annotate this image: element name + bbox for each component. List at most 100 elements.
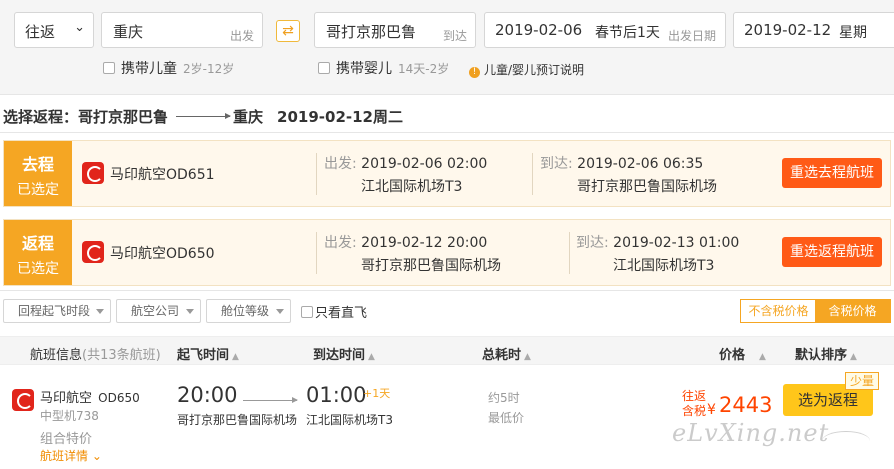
results-header: 航班信息(共13条航班) 起飞时间 ▲ 到达时间 ▲ 总耗时 ▲ 价格 ▲ 默认排序 ▲ [0,336,894,365]
child-checkbox[interactable] [103,62,115,74]
arrival-city-value: 哥打京那巴鲁 [326,23,417,41]
flight-detail-label: 航班详情 [40,449,89,463]
booking-note-text: 儿童/婴儿预订说明 [484,63,585,77]
currency-symbol: ¥ [707,402,716,418]
return-departure-time: 2019-02-12 20:00 [361,235,488,251]
arrival-city-input[interactable]: 哥打京那巴鲁 到达 [314,12,476,48]
sort-departure-time[interactable]: 起飞时间 ▲ [177,344,239,363]
heading-from: 哥打京那巴鲁 [78,108,169,126]
sort-default[interactable]: 默认排序 ▲ [795,344,857,363]
divider [316,232,317,274]
sort-icon: ▲ [524,352,531,362]
seats-left-badge: 少量 [845,372,879,390]
row-arrival-airport: 江北国际机场T3 [306,413,393,427]
direct-only-checkbox[interactable] [301,306,313,318]
sort-icon: ▲ [368,352,375,362]
search-panel: 往返 ⌄ 重庆 出发 ⇄ 哥打京那巴鲁 到达 2019-02-06 春节后1天 … [0,0,894,95]
arrival-city-tag: 到达 [442,29,467,43]
booking-note-link[interactable]: ! 儿童/婴儿预订说明 [469,61,584,78]
sort-duration-label: 总耗时 [482,348,522,363]
flight-count: (共13条航班) [82,348,161,363]
departure-date-input[interactable]: 2019-02-06 春节后1天 出发日期 [484,12,726,48]
chevron-down-icon: ⌄ [91,449,102,463]
outbound-departure-airport: 江北国际机场T3 [361,179,463,195]
page-title: 选择返程：哥打京那巴鲁 重庆 2019-02-12周二 [3,106,403,127]
divider [0,132,894,133]
row-price: 2443 [719,393,773,417]
departure-period-filter[interactable]: 回程起飞时段 [3,299,111,323]
price-incl-tax-tab[interactable]: 含税价格 [815,300,890,322]
infant-option[interactable]: 携带婴儿 14天-2岁 [318,58,449,78]
arrival-label: 到达: [576,235,609,251]
divider [0,290,894,291]
swap-cities-icon[interactable]: ⇄ [276,20,300,42]
reselect-return-button[interactable]: 重选返程航班 [782,237,882,267]
trip-type-value: 往返 [25,23,56,41]
child-age-range: 2岁-12岁 [183,62,235,76]
departure-holiday-note: 春节后1天 [595,25,660,41]
cabin-filter[interactable]: 舱位等级 [206,299,291,323]
sort-price[interactable]: 价格 ▲ [719,344,766,363]
direct-only-label: 只看直飞 [315,306,368,321]
direct-only-option[interactable]: 只看直飞 [301,302,367,321]
aircraft-type[interactable]: 中型机738 [40,407,99,424]
departure-city-value: 重庆 [113,23,144,41]
outbound-badge-title: 去程 [21,155,54,174]
row-duration-note: 最低价 [488,411,525,425]
sort-arrival-label: 到达时间 [313,348,366,363]
flight-airline-name: 马印航空 [40,391,93,406]
divider [532,153,533,195]
heading-to: 重庆 [233,108,264,126]
flight-detail-link[interactable]: 航班详情 ⌄ [40,447,102,464]
fare-type: 组合特价 [40,432,93,447]
outbound-arrival-time: 2019-02-06 06:35 [577,156,704,172]
airline-filter[interactable]: 航空公司 [116,299,201,323]
outbound-badge-sub: 已选定 [17,182,59,198]
col-flight-info: 航班信息(共13条航班) [30,344,161,363]
sort-icon: ▲ [232,352,239,362]
flight-number: OD650 [98,391,140,405]
infant-checkbox[interactable] [318,62,330,74]
sort-default-label: 默认排序 [795,348,848,363]
departure-date-label: 出发日期 [667,29,716,43]
return-departure: 出发: 2019-02-12 20:00 [324,232,487,252]
heading-prefix: 选择返程： [3,108,79,126]
arrow-right-icon [176,113,232,119]
price-label-roundtrip: 往返 [682,389,707,403]
return-date-input[interactable]: 2019-02-12 星期 [733,12,894,48]
departure-period-label: 回程起飞时段 [18,304,91,318]
sort-icon: ▲ [850,352,857,362]
return-departure-airport: 哥打京那巴鲁国际机场 [361,258,501,274]
infant-age-range: 14天-2岁 [398,62,450,76]
cabin-filter-label: 舱位等级 [221,304,270,318]
sort-departure-label: 起飞时间 [177,348,230,363]
info-icon: ! [469,67,480,78]
row-departure-airport: 哥打京那巴鲁国际机场 [177,413,298,427]
row-arrival-time: 01:00 [306,383,367,407]
departure-date-value: 2019-02-06 [495,21,583,39]
child-label: 携带儿童 [121,61,177,77]
return-arrival-time: 2019-02-13 01:00 [613,235,740,251]
trip-type-select[interactable]: 往返 ⌄ [14,12,94,48]
sort-arrival-time[interactable]: 到达时间 ▲ [313,344,375,363]
child-option[interactable]: 携带儿童 2岁-12岁 [103,58,234,78]
price-excl-tax-tab[interactable]: 不含税价格 [741,300,816,322]
divider [569,232,570,274]
chevron-down-icon: ⌄ [74,20,85,35]
outbound-badge: 去程 已选定 [4,141,72,206]
return-airline: 马印航空OD650 [110,246,215,262]
return-arrival: 到达: 2019-02-13 01:00 [576,232,739,252]
arrow-right-icon [243,397,298,403]
departure-city-tag: 出发 [229,29,254,43]
watermark-arc [822,431,870,451]
sort-icon: ▲ [759,352,766,362]
reselect-outbound-button[interactable]: 重选去程航班 [782,158,882,188]
airline-logo-icon [82,162,104,184]
price-tax-toggle: 不含税价格 含税价格 [740,299,891,323]
return-date-value: 2019-02-12 [744,21,832,39]
departure-label: 出发: [324,156,357,172]
selected-return-card: 返程 已选定 马印航空OD650 出发: 2019-02-12 20:00 哥打… [3,219,891,286]
outbound-airline: 马印航空OD651 [110,167,215,183]
sort-duration[interactable]: 总耗时 ▲ [482,344,531,363]
departure-city-input[interactable]: 重庆 出发 [101,12,263,48]
